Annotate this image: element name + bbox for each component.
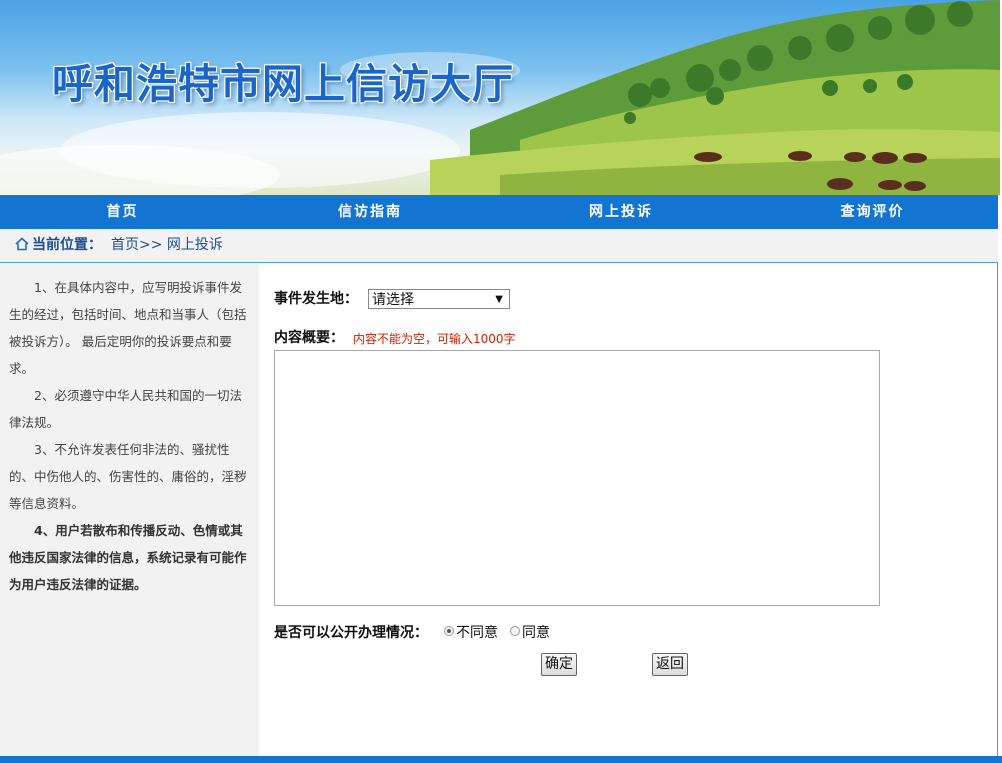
radio-agree[interactable] [510, 626, 520, 636]
content-frame: 1、在具体内容中，应写明投诉事件发生的经过，包括时间、地点和当事人（包括被投诉方… [0, 262, 998, 757]
home-icon [15, 237, 29, 251]
footer-bar [0, 756, 1002, 763]
notice-item: 2、必须遵守中华人民共和国的一切法律法规。 [9, 388, 242, 430]
notice-item: 3、不允许发表任何非法的、骚扰性的、中伤他人的、伤害性的、庸俗的，淫秽等信息资料… [9, 442, 247, 511]
breadcrumb: 当前位置： 首页>> 网上投诉 [0, 229, 998, 262]
site-title: 呼和浩特市网上信访大厅 [52, 60, 514, 108]
location-label: 事件发生地： [274, 291, 358, 307]
nav-item-complaint[interactable]: 网上投诉 [495, 195, 747, 229]
radio-disagree-label[interactable]: 不同意 [456, 622, 498, 642]
notice-item: 4、用户若散布和传播反动、色情或其他违反国家法律的信息，系统记录有可能作为用户违… [9, 523, 247, 592]
main-nav: 首页 信访指南 网上投诉 查询评价 [0, 195, 998, 229]
header-banner: 呼和浩特市网上信访大厅 [0, 0, 1000, 195]
notice-panel: 1、在具体内容中，应写明投诉事件发生的经过，包括时间、地点和当事人（包括被投诉方… [0, 263, 259, 756]
breadcrumb-label: 当前位置： [32, 237, 102, 253]
notice-item: 1、在具体内容中，应写明投诉事件发生的经过，包括时间、地点和当事人（包括被投诉方… [9, 280, 247, 376]
radio-disagree[interactable] [444, 626, 454, 636]
confirm-button[interactable]: 确定 [541, 653, 577, 676]
nav-item-query[interactable]: 查询评价 [747, 195, 998, 229]
radio-agree-label[interactable]: 同意 [522, 622, 550, 642]
nav-item-guide[interactable]: 信访指南 [245, 195, 495, 229]
back-button[interactable]: 返回 [652, 653, 688, 676]
breadcrumb-path[interactable]: 首页>> 网上投诉 [111, 229, 223, 262]
dropdown-arrow-icon: ▼ [495, 294, 503, 305]
summary-hint: 内容不能为空，可输入1000字 [353, 332, 516, 346]
public-label: 是否可以公开办理情况： [274, 625, 428, 641]
nav-item-home[interactable]: 首页 [0, 195, 245, 229]
location-select[interactable]: 请选择 ▼ [368, 289, 510, 309]
location-select-value: 请选择 [372, 292, 414, 308]
summary-textarea[interactable] [274, 350, 880, 606]
summary-label: 内容概要： [274, 330, 344, 346]
